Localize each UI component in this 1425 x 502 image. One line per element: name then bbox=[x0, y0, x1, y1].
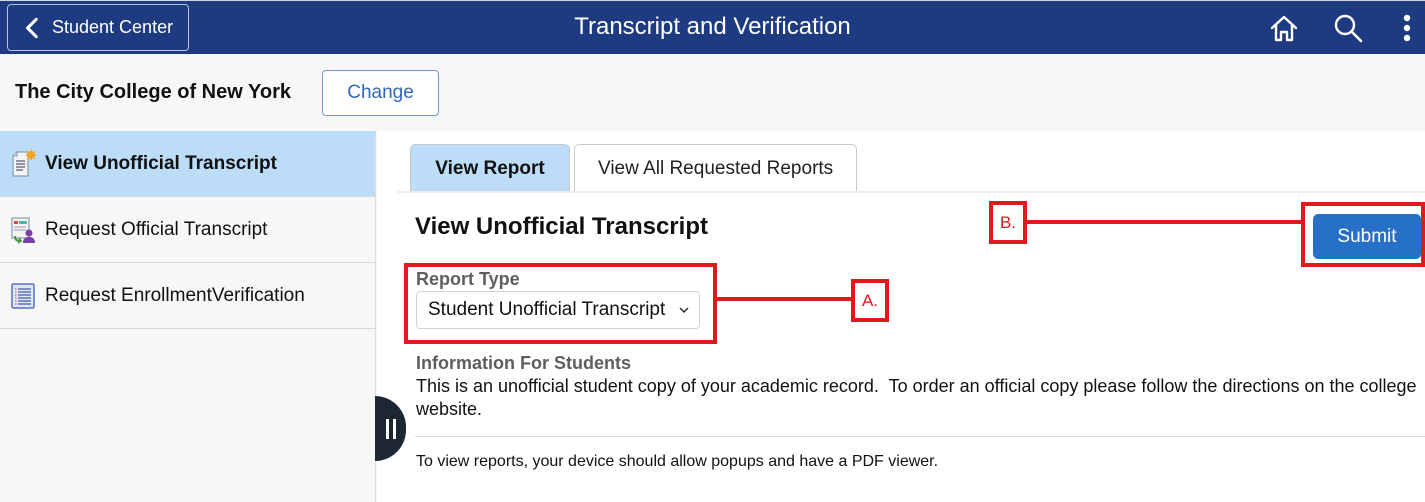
info-body: This is an unofficial student copy of yo… bbox=[416, 376, 1422, 419]
popup-note: To view reports, your device should allo… bbox=[416, 453, 939, 470]
change-institution-button[interactable]: Change bbox=[322, 70, 439, 116]
tab-view-all-requested-reports[interactable]: View All Requested Reports bbox=[574, 144, 858, 192]
submit-button[interactable]: Submit bbox=[1313, 214, 1421, 259]
page-title: Transcript and Verification bbox=[574, 13, 851, 40]
report-type-label: Report Type bbox=[416, 269, 520, 289]
sidebar-item-label: Request EnrollmentVerification bbox=[45, 284, 305, 306]
handle-bar-icon bbox=[385, 418, 389, 439]
report-type-select[interactable]: Student Unofficial Transcript bbox=[416, 291, 700, 329]
report-type-selected-value: Student Unofficial Transcript bbox=[428, 299, 666, 320]
tab-view-report[interactable]: View Report bbox=[410, 144, 570, 192]
institution-bar: The City College of New York Change bbox=[0, 54, 1425, 131]
annotation-label-b: B. bbox=[989, 201, 1027, 244]
unofficial-transcript-icon bbox=[12, 149, 36, 177]
report-tabs: View Report View All Requested Reports bbox=[410, 144, 858, 192]
handle-bar-icon bbox=[392, 418, 396, 439]
sidebar-item-request-official-transcript[interactable]: Request Official Transcript bbox=[0, 197, 375, 263]
sidebar-item-request-enrollment-verification[interactable]: Request EnrollmentVerification bbox=[0, 263, 375, 329]
sidebar-item-view-unofficial-transcript[interactable]: View Unofficial Transcript bbox=[0, 131, 375, 197]
info-title: Information For Students bbox=[416, 353, 631, 373]
content-divider bbox=[415, 436, 1425, 437]
institution-name: The City College of New York bbox=[15, 81, 291, 103]
home-icon[interactable] bbox=[1267, 11, 1301, 45]
sidebar: View Unofficial Transcript Request Offic… bbox=[0, 131, 376, 502]
main-content: View Report View All Requested Reports V… bbox=[377, 131, 1425, 502]
annotation-label-a: A. bbox=[851, 279, 889, 322]
tab-divider bbox=[397, 191, 1425, 193]
official-transcript-request-icon bbox=[11, 216, 35, 244]
chevron-down-icon bbox=[679, 307, 689, 313]
section-title: View Unofficial Transcript bbox=[415, 213, 708, 240]
search-icon[interactable] bbox=[1331, 11, 1365, 45]
enrollment-verification-icon bbox=[11, 282, 35, 309]
app-header: Student Center Transcript and Verificati… bbox=[0, 0, 1425, 54]
more-vertical-icon[interactable] bbox=[1397, 11, 1417, 45]
sidebar-item-label: Request Official Transcript bbox=[45, 218, 268, 240]
sidebar-item-label: View Unofficial Transcript bbox=[45, 152, 277, 174]
